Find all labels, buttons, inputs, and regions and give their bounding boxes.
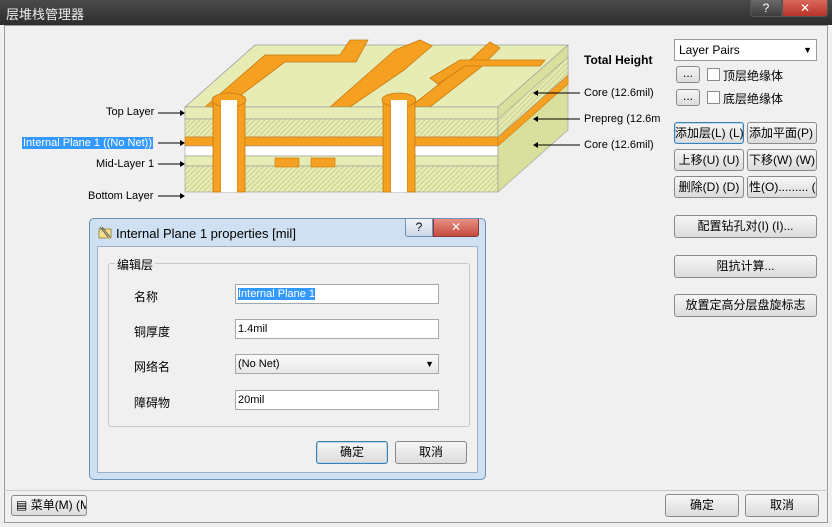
layer-pairs-value: Layer Pairs — [679, 43, 740, 57]
move-up-button[interactable]: 上移(U) (U) — [674, 149, 744, 171]
dialog-help-button[interactable]: ? — [405, 219, 433, 237]
layer-pairs-dropdown[interactable]: Layer Pairs ▼ — [674, 39, 817, 61]
impedance-button[interactable]: 阻抗计算... — [674, 255, 817, 278]
layer-stack-diagram — [158, 39, 580, 199]
delete-button[interactable]: 删除(D) (D) — [674, 176, 744, 198]
chevron-down-icon: ▼ — [803, 45, 812, 55]
label-mid-layer[interactable]: Mid-Layer 1 — [96, 158, 154, 170]
chevron-down-icon: ▼ — [425, 359, 434, 369]
ok-button[interactable]: 确定 — [665, 494, 739, 517]
window-title: 层堆栈管理器 — [6, 7, 85, 22]
label-prepreg[interactable]: Prepreg (12.6m — [584, 113, 670, 125]
dialog-cancel-button[interactable]: 取消 — [395, 441, 467, 464]
total-height-label: Total Height — [584, 53, 653, 67]
menu-label: 菜单(M) (M — [30, 498, 87, 512]
drill-pairs-button[interactable]: 配置钻孔对(I) (I)... — [674, 215, 817, 238]
label-core-1[interactable]: Core (12.6mil) — [584, 87, 654, 99]
label-bottom-layer[interactable]: Bottom Layer — [88, 190, 153, 202]
net-name-value: (No Net) — [238, 358, 280, 370]
label-core-2[interactable]: Core (12.6mil) — [584, 139, 654, 151]
obstacle-field[interactable]: 20mil — [235, 390, 439, 410]
title-bar: 层堆栈管理器 ? ✕ — [0, 0, 832, 25]
move-down-button[interactable]: 下移(W) (W) — [747, 149, 817, 171]
net-name-dropdown[interactable]: (No Net) ▼ — [235, 354, 439, 374]
top-insulation-button[interactable]: ... — [676, 66, 700, 83]
menu-icon: ▤ — [16, 498, 28, 512]
label-internal-plane[interactable]: Internal Plane 1 ((No Net)) — [22, 137, 153, 149]
add-layer-button[interactable]: 添加层(L) (L) — [674, 122, 744, 144]
layer-properties-icon — [98, 226, 112, 239]
name-field[interactable]: Internal Plane 1 — [235, 284, 439, 304]
bottom-insulation-label: 底层绝缘体 — [723, 92, 784, 106]
add-plane-button[interactable]: 添加平面(P) (P — [747, 122, 817, 144]
dialog-title: Internal Plane 1 properties [mil] — [116, 226, 296, 241]
group-title: 编辑层 — [115, 256, 156, 273]
help-button[interactable]: ? — [750, 0, 782, 17]
menu-button[interactable]: ▤ 菜单(M) (M — [11, 495, 87, 516]
copper-thickness-label: 铜厚度 — [134, 325, 171, 339]
top-insulation-checkbox[interactable] — [707, 68, 720, 81]
dialog-body: 编辑层 名称 Internal Plane 1 铜厚度 1.4mil 网络名 (… — [97, 246, 478, 473]
name-value: Internal Plane 1 — [238, 288, 316, 300]
cancel-button[interactable]: 取消 — [745, 494, 819, 517]
bottom-insulation-button[interactable]: ... — [676, 89, 700, 106]
dialog-ok-button[interactable]: 确定 — [316, 441, 388, 464]
name-label: 名称 — [134, 290, 159, 304]
copper-thickness-field[interactable]: 1.4mil — [235, 319, 439, 339]
label-top-layer[interactable]: Top Layer — [106, 106, 154, 118]
top-insulation-label: 顶层绝缘体 — [723, 69, 784, 83]
properties-button[interactable]: 性(O)......... (O — [747, 176, 817, 198]
place-legend-button[interactable]: 放置定高分层盘旋标志 — [674, 294, 817, 317]
bottom-insulation-checkbox[interactable] — [707, 91, 720, 104]
footer-divider — [4, 490, 828, 491]
close-button[interactable]: ✕ — [782, 0, 828, 17]
dialog-close-button[interactable]: ✕ — [433, 219, 479, 237]
net-name-label: 网络名 — [134, 360, 171, 374]
obstacle-label: 障碍物 — [134, 396, 171, 410]
properties-dialog: Internal Plane 1 properties [mil] ? ✕ 编辑… — [89, 218, 486, 480]
